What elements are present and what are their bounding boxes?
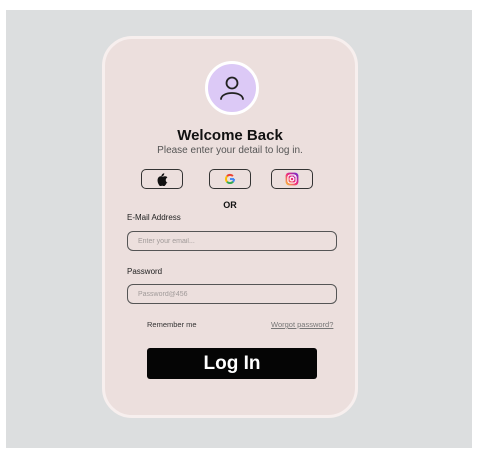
password-field[interactable] — [127, 284, 337, 304]
apple-icon — [157, 172, 168, 186]
apple-login-button[interactable] — [141, 169, 183, 189]
forgot-password-link[interactable]: Worgot password? — [271, 320, 333, 329]
instagram-login-button[interactable] — [271, 169, 313, 189]
avatar — [205, 61, 259, 115]
instagram-icon — [285, 172, 299, 186]
email-label: E-Mail Address — [127, 213, 181, 222]
remember-me-label[interactable]: Remember me — [147, 320, 197, 329]
login-button[interactable]: Log In — [147, 348, 317, 379]
google-login-button[interactable] — [209, 169, 251, 189]
google-icon — [224, 173, 236, 185]
password-label: Password — [127, 267, 163, 276]
or-separator: OR — [223, 200, 237, 210]
email-field[interactable] — [127, 231, 337, 251]
page-subtitle: Please enter your detail to log in. — [157, 145, 303, 156]
page-title: Welcome Back — [177, 127, 283, 144]
user-icon — [220, 76, 244, 100]
login-card: Welcome Back Please enter your detail to… — [102, 36, 358, 418]
